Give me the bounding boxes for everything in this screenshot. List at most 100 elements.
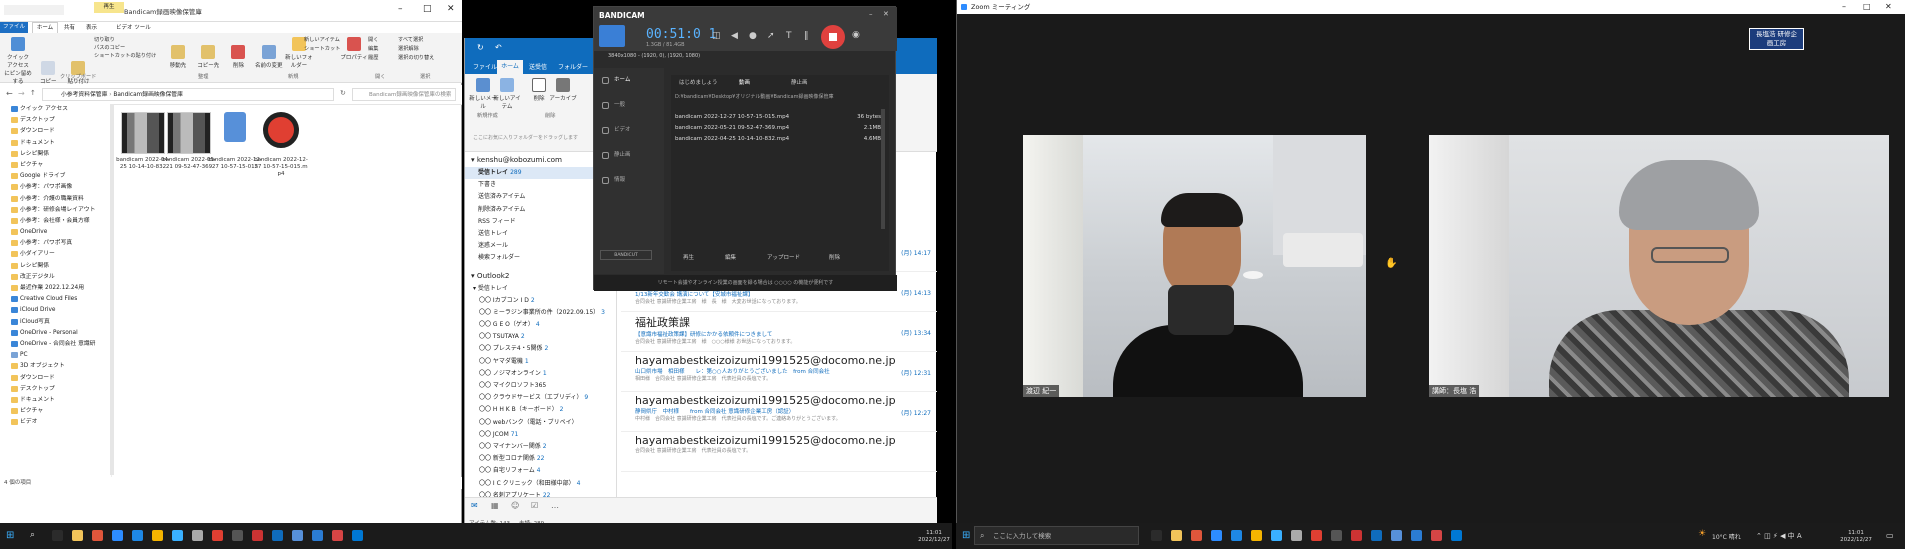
breadcrumb-current[interactable]: Bandicam録画映像保管庫 [113,92,182,98]
nav-item[interactable]: 小参考：パワポ画像 [0,182,111,193]
recording-item[interactable]: bandicam 2022-05-21 09-52-47-369.mp4 2.1M… [671,123,889,134]
nav-item[interactable]: Creative Cloud Files [0,294,111,305]
move-to-button[interactable]: 移動先 [164,43,192,77]
minimize-icon[interactable]: – [1842,0,1846,14]
taskbar-app-icon[interactable] [1231,530,1242,541]
screen-mode-button[interactable] [599,25,625,47]
nav-item[interactable]: 小ダイアリー [0,249,111,260]
taskbar-app-icon[interactable] [232,530,243,541]
maximize-icon[interactable]: □ [423,4,432,14]
taskbar-app-icon[interactable] [92,530,103,541]
bandicam-nav-item[interactable]: ビデオ [594,118,664,143]
more-icon[interactable]: … [551,501,559,510]
play-button[interactable]: 再生 [683,253,694,261]
taskbar-app-icon[interactable] [272,530,283,541]
bandicam-nav-item[interactable]: 情報 [594,168,664,193]
tab-file[interactable]: ファイル [473,62,497,71]
nav-item[interactable]: 最近作業 2022.12.24用 [0,283,111,294]
mail-subfolder[interactable]: 〇〇 ノジマオンライン 1 [465,368,616,380]
easy-access-button[interactable]: ショートカット [304,45,344,54]
nav-item[interactable]: レシピ関係 [0,149,111,160]
delete-button[interactable]: 削除 [829,253,840,261]
nav-item[interactable]: ピクチャ [0,160,111,171]
address-bar[interactable]: 小参考資料保管庫 › Bandicam録画映像保管庫 [42,88,334,101]
nav-item[interactable]: 3D オブジェクト [0,361,111,372]
nav-item[interactable]: レシピ関係 [0,261,111,272]
mail-subfolder[interactable]: 〇〇 ヤマダ電機 1 [465,356,616,368]
tab-folder[interactable]: フォルダー [558,62,588,71]
nav-item[interactable]: ダウンロード [0,373,111,384]
mail-subfolder[interactable]: 〇〇 Iカブコン I D 2 [465,295,616,307]
taskbar-app-icon[interactable] [112,530,123,541]
close-icon[interactable]: ✕ [1885,0,1892,14]
taskbar-right-clock[interactable]: 11:01 2022/12/27 [1836,530,1876,544]
delete-button[interactable]: 削除 [224,43,252,77]
breadcrumb-parent[interactable]: 小参考資料保管庫 [61,92,107,98]
back-icon[interactable]: ← [6,89,13,98]
bandicam-nav-item[interactable]: ホーム [594,68,664,93]
tab-send-receive[interactable]: 送受信 [529,62,547,71]
close-icon[interactable]: ✕ [883,10,889,18]
taskbar-app-icon[interactable] [312,530,323,541]
archive-button[interactable]: アーカイブ [549,76,577,110]
mail-subfolder[interactable]: 〇〇 ミーラジン事業所の件（2022.09.15） 3 [465,307,616,319]
participant-video-left[interactable]: 渡辺 紀一 [1023,135,1366,397]
mail-subfolder[interactable]: 〇〇 名刺アプリケート 22 [465,490,616,497]
tray-icons[interactable]: ⌃ ◫ ⚡ ◀ 中 A [1756,531,1802,541]
webcam-icon[interactable]: ◫ [712,31,721,41]
mail-subfolder[interactable]: 〇〇 新型コロナ関係 22 [465,453,616,465]
undo-icon[interactable]: ↶ [495,43,502,52]
mail-subfolder[interactable]: 〇〇 I C クリニック（和田様中部） 4 [465,478,616,490]
tab-video[interactable]: 動画 [739,78,750,86]
taskbar-app-icon[interactable] [72,530,83,541]
taskbar-app-icon[interactable] [1211,530,1222,541]
nav-item[interactable]: 小参考：会社様・会員方様 [0,216,111,227]
nav-item[interactable]: OneDrive - Personal [0,328,111,339]
taskbar-app-icon[interactable] [152,530,163,541]
tab-view[interactable]: 表示 [86,23,97,31]
sync-icon[interactable]: ↻ [477,43,484,52]
taskbar-app-icon[interactable] [1351,530,1362,541]
tab-getting-started[interactable]: はじめましょう [679,78,718,86]
mail-subfolder[interactable]: 〇〇 マイナンバー関係 2 [465,441,616,453]
weather-text[interactable]: 10°C 晴れ [1712,532,1741,541]
taskbar-app-icon[interactable] [1431,530,1442,541]
start-icon[interactable]: ⊞ [962,530,970,541]
mail-subfolder[interactable]: 〇〇 マイクロソフト365 [465,380,616,392]
taskbar-app-icon[interactable] [332,530,343,541]
tab-home[interactable]: ホーム [32,22,58,33]
taskbar-app-icon[interactable] [352,530,363,541]
people-icon[interactable]: ☺ [511,501,519,510]
tab-video-tools[interactable]: ビデオ ツール [116,23,151,31]
taskbar-app-icon[interactable] [1251,530,1262,541]
search-input[interactable]: Bandicam録画映像保管庫の検索 [352,88,456,101]
taskbar-app-icon[interactable] [212,530,223,541]
mail-subfolder[interactable]: 〇〇 G E O（ゲオ） 4 [465,319,616,331]
invert-selection-button[interactable]: 選択の切り替え [398,54,458,63]
speaker-icon[interactable]: ◀ [731,31,738,41]
manage-tab[interactable]: 再生 [94,2,124,13]
bandicut-button[interactable]: BANDICUT [600,250,652,260]
tasks-icon[interactable]: ☑ [531,501,538,510]
nav-item[interactable]: 小参考：研修会場レイアウト [0,205,111,216]
nav-item[interactable]: 小参考：パワポ写真 [0,238,111,249]
taskbar-app-icon[interactable] [1191,530,1202,541]
taskbar-app-icon[interactable] [1371,530,1382,541]
recording-item[interactable]: bandicam 2022-12-27 10-57-15-015.mp4 36 b… [671,112,889,123]
calendar-icon[interactable]: ▦ [491,501,499,510]
open-button[interactable]: 開く [368,36,398,45]
nav-item[interactable]: 小参考：介護の職業資料 [0,194,111,205]
up-icon[interactable]: ↑ [30,89,36,97]
paste-shortcut-button[interactable]: ショートカットの貼り付け [94,52,164,60]
nav-item[interactable]: ドキュメント [0,395,111,406]
mic-icon[interactable]: ● [749,31,757,41]
pin-button[interactable]: クイック アクセス にピン留めする [4,35,32,85]
new-item-button[interactable]: 新しいアイテム [304,36,344,45]
taskbar-app-icon[interactable] [1391,530,1402,541]
file-item[interactable]: bandicam 2022-12-27 10-57-15-015.mp4 [254,104,308,178]
taskbar-app-icon[interactable] [252,530,263,541]
taskbar-app-icon[interactable] [1171,530,1182,541]
nav-item[interactable]: OneDrive [0,227,111,238]
maximize-icon[interactable]: □ [1863,0,1871,14]
history-button[interactable]: 履歴 [368,54,398,63]
